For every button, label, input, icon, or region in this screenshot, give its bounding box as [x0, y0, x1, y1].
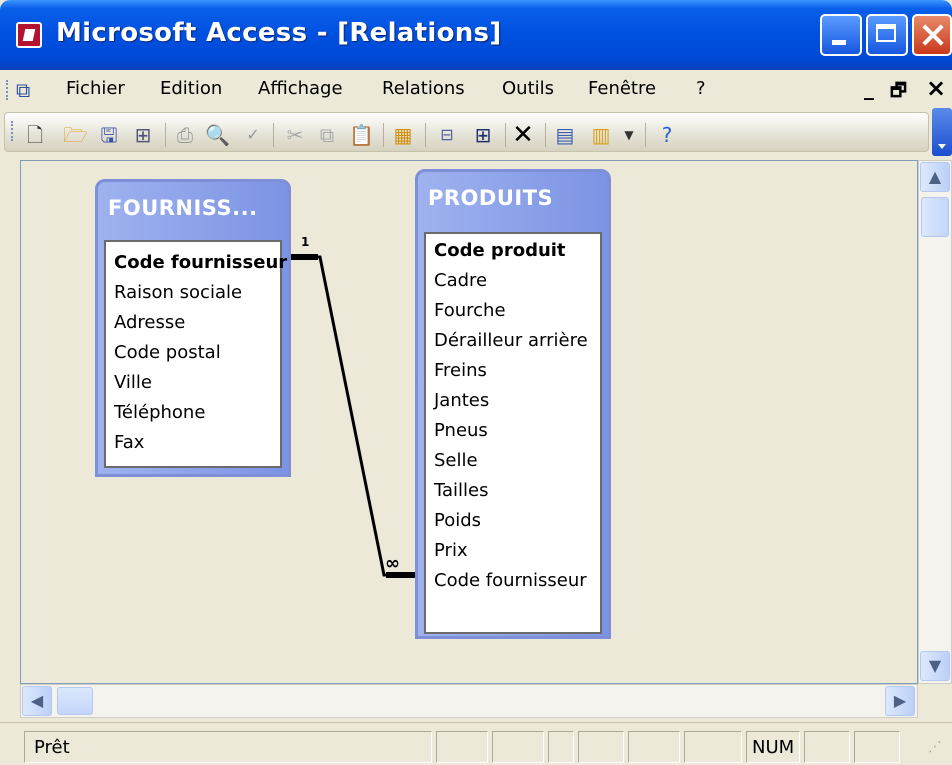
- cut-icon[interactable]: ✂: [283, 123, 307, 147]
- toolbar-grip[interactable]: [11, 121, 16, 141]
- paste-icon[interactable]: 📋: [349, 123, 374, 147]
- toolbar-separator: [165, 123, 166, 147]
- relationship-many-label: ∞: [385, 553, 400, 574]
- toolbar-separator: [273, 123, 274, 147]
- menubar-grip[interactable]: [6, 80, 11, 100]
- object-icon[interactable]: ▤: [553, 123, 577, 147]
- horizontal-scrollbar[interactable]: ◀ ▶: [20, 684, 918, 718]
- relations-canvas[interactable]: 1 ∞ FOURNISS... Code fournisseur Raison …: [20, 160, 918, 684]
- toolbar-separator: [505, 123, 506, 147]
- menu-help[interactable]: ?: [696, 78, 706, 99]
- field-list[interactable]: Code fournisseur Raison sociale Adresse …: [104, 240, 287, 468]
- relationship-one-label: 1: [301, 235, 310, 249]
- new-object-dropdown-icon[interactable]: ▼: [617, 123, 641, 147]
- scroll-up-button[interactable]: ▲: [920, 162, 950, 192]
- num-lock-indicator: NUM: [752, 737, 795, 758]
- status-bar: Prêt NUM ⋰: [0, 722, 952, 765]
- show-all-icon[interactable]: ⊞: [471, 123, 495, 147]
- vertical-scroll-thumb[interactable]: [921, 197, 949, 237]
- field-item[interactable]: Téléphone: [114, 402, 205, 423]
- save-icon[interactable]: 🖫: [97, 123, 121, 147]
- mdi-minimize-button[interactable]: _: [864, 76, 874, 100]
- help-icon[interactable]: ?: [655, 123, 679, 147]
- field-item[interactable]: Pneus: [434, 420, 488, 441]
- field-item[interactable]: Dérailleur arrière: [434, 330, 588, 351]
- status-panel: [436, 731, 488, 763]
- status-panel: [492, 731, 544, 763]
- print-relations-icon[interactable]: ⊞: [131, 123, 155, 147]
- status-panel: [684, 731, 742, 763]
- print-preview-icon[interactable]: 🔍: [205, 123, 230, 147]
- toolbar-separator: [425, 123, 426, 147]
- field-item[interactable]: Jantes: [434, 390, 489, 411]
- menu-relations[interactable]: Relations: [382, 78, 465, 99]
- status-panel-main: [24, 731, 432, 763]
- relations-window-icon[interactable]: ⧉: [16, 78, 30, 102]
- status-panel: [578, 731, 624, 763]
- field-item[interactable]: Poids: [434, 510, 481, 531]
- delete-icon[interactable]: ✕: [511, 122, 535, 148]
- field-item[interactable]: Tailles: [434, 480, 489, 501]
- print-icon[interactable]: ⎙: [173, 123, 197, 147]
- table-produits[interactable]: PRODUITS Code produit Cadre Fourche Déra…: [415, 169, 611, 639]
- copy-icon[interactable]: ⧉: [315, 123, 339, 147]
- minimize-button[interactable]: [820, 14, 862, 56]
- table-title: PRODUITS: [428, 186, 554, 210]
- menu-outils[interactable]: Outils: [502, 78, 554, 99]
- scroll-down-button[interactable]: ▼: [920, 651, 950, 681]
- status-text: Prêt: [34, 737, 70, 758]
- vertical-scrollbar[interactable]: ▲ ▼: [918, 160, 952, 684]
- scroll-corner: [918, 684, 952, 718]
- spelling-icon[interactable]: ✓: [241, 123, 265, 147]
- menu-affichage[interactable]: Affichage: [258, 78, 343, 99]
- toolbar-separator: [645, 123, 646, 147]
- status-panel: [628, 731, 680, 763]
- new-icon[interactable]: 🗋: [23, 123, 47, 147]
- horizontal-scroll-thumb[interactable]: [57, 687, 93, 715]
- toolbar-separator: [545, 123, 546, 147]
- scroll-left-button[interactable]: ◀: [22, 686, 52, 716]
- field-item[interactable]: Prix: [434, 540, 468, 561]
- field-item[interactable]: Cadre: [434, 270, 487, 291]
- menu-fichier[interactable]: Fichier: [66, 78, 125, 99]
- table-title: FOURNISS...: [108, 196, 258, 220]
- field-list[interactable]: Code produit Cadre Fourche Dérailleur ar…: [424, 232, 602, 634]
- field-item-primary-key[interactable]: Code produit: [434, 240, 566, 261]
- field-item[interactable]: Fax: [114, 432, 144, 453]
- field-item[interactable]: Ville: [114, 372, 152, 393]
- access-key-icon[interactable]: [16, 22, 42, 48]
- show-direct-icon[interactable]: ⊟: [435, 123, 459, 147]
- toolbar: 🗋 🗁 🖫 ⊞ ⎙ 🔍 ✓ ✂ ⧉ 📋 ▦ ⊟ ⊞ ✕ ▤ ▥ ▼ ?: [0, 108, 952, 156]
- mdi-close-button[interactable]: ×: [926, 74, 946, 102]
- field-item[interactable]: Code fournisseur: [434, 570, 587, 591]
- menu-bar: ⧉ Fichier Edition Affichage Relations Ou…: [0, 70, 952, 109]
- scroll-right-button[interactable]: ▶: [885, 686, 915, 716]
- new-object-icon[interactable]: ▥: [589, 123, 613, 147]
- access-window: Microsoft Access - [Relations] ⧉ Fichier…: [0, 0, 952, 765]
- menu-fenetre[interactable]: Fenêtre: [588, 78, 656, 99]
- status-panel: [854, 731, 900, 763]
- window-title: Microsoft Access - [Relations]: [56, 18, 502, 48]
- menu-edition[interactable]: Edition: [160, 78, 222, 99]
- toolbar-options-button[interactable]: [932, 108, 952, 156]
- maximize-button[interactable]: [866, 14, 908, 56]
- toolbar-separator: [383, 123, 384, 147]
- field-item[interactable]: Code postal: [114, 342, 221, 363]
- field-item[interactable]: Freins: [434, 360, 487, 381]
- close-button[interactable]: [912, 14, 952, 56]
- field-item[interactable]: Adresse: [114, 312, 185, 333]
- resize-grip-icon[interactable]: ⋰: [928, 739, 942, 755]
- field-item[interactable]: Raison sociale: [114, 282, 242, 303]
- field-item[interactable]: Fourche: [434, 300, 506, 321]
- open-icon[interactable]: 🗁: [63, 123, 88, 147]
- field-item[interactable]: Selle: [434, 450, 478, 471]
- mdi-restore-button[interactable]: 🗗: [890, 78, 907, 108]
- field-item-primary-key[interactable]: Code fournisseur: [114, 252, 287, 273]
- status-panel: [804, 731, 850, 763]
- status-panel: [548, 731, 574, 763]
- toolbar-strip: 🗋 🗁 🖫 ⊞ ⎙ 🔍 ✓ ✂ ⧉ 📋 ▦ ⊟ ⊞ ✕ ▤ ▥ ▼ ?: [4, 112, 929, 152]
- title-bar[interactable]: Microsoft Access - [Relations]: [0, 0, 952, 70]
- table-fournisseurs[interactable]: FOURNISS... Code fournisseur Raison soci…: [95, 179, 291, 477]
- show-table-icon[interactable]: ▦: [391, 123, 415, 147]
